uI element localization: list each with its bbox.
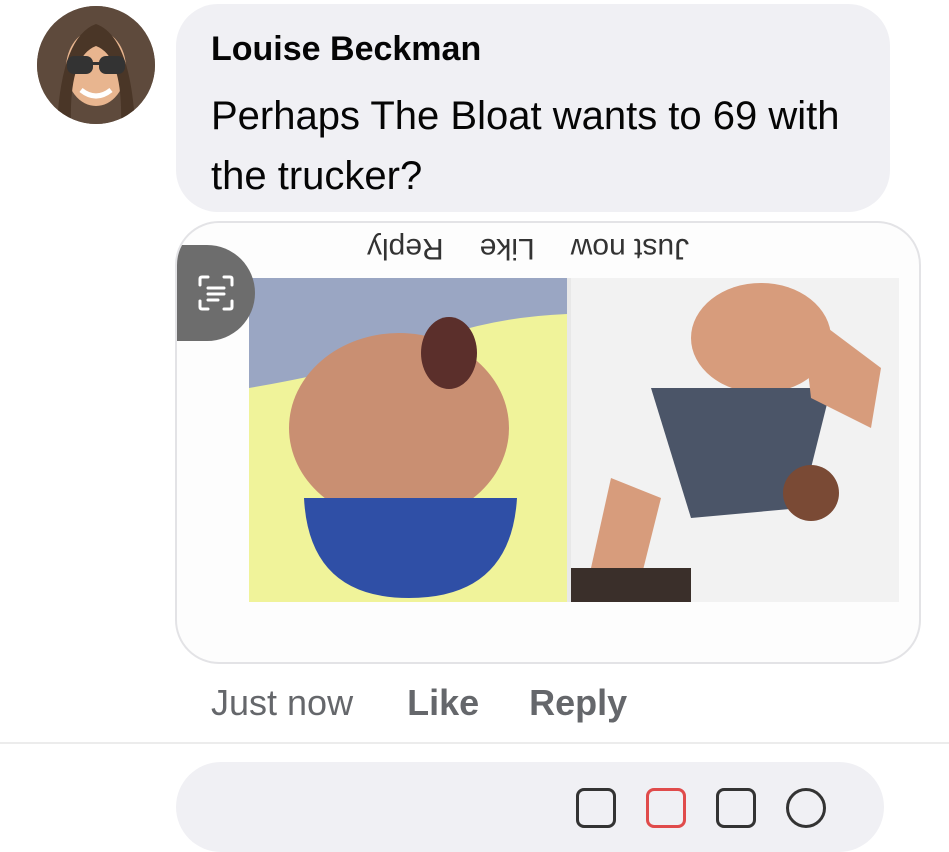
comment-author[interactable]: Louise Beckman <box>211 30 481 69</box>
camera-icon[interactable] <box>716 788 756 828</box>
reply-button[interactable]: Reply <box>529 682 627 724</box>
meme-photo-left <box>249 278 567 602</box>
flipped-screenshot-actions: Just now Like Reply <box>177 223 919 273</box>
meme-photo-right <box>571 278 899 602</box>
comment-actions: Just now Like Reply <box>211 682 627 724</box>
gif-icon[interactable] <box>576 788 616 828</box>
comment-image-attachment[interactable]: Just now Like Reply <box>175 221 921 664</box>
divider <box>0 742 949 744</box>
avatar-photo <box>37 6 155 124</box>
comment-composer[interactable] <box>176 762 884 852</box>
comment-bubble: Louise Beckman Perhaps The Bloat wants t… <box>176 4 890 212</box>
text-scan-icon <box>198 275 234 311</box>
emoji-icon[interactable] <box>786 788 826 828</box>
flipped-like: Like <box>479 232 535 265</box>
like-button[interactable]: Like <box>407 682 479 724</box>
comment-timestamp: Just now <box>211 682 354 723</box>
sticker-icon[interactable] <box>646 788 686 828</box>
flipped-reply: Reply <box>366 232 444 265</box>
flipped-time: Just now <box>570 232 690 265</box>
comment-text: Perhaps The Bloat wants to 69 with the t… <box>211 94 840 198</box>
meme-photo <box>249 278 899 602</box>
avatar[interactable] <box>37 6 155 124</box>
